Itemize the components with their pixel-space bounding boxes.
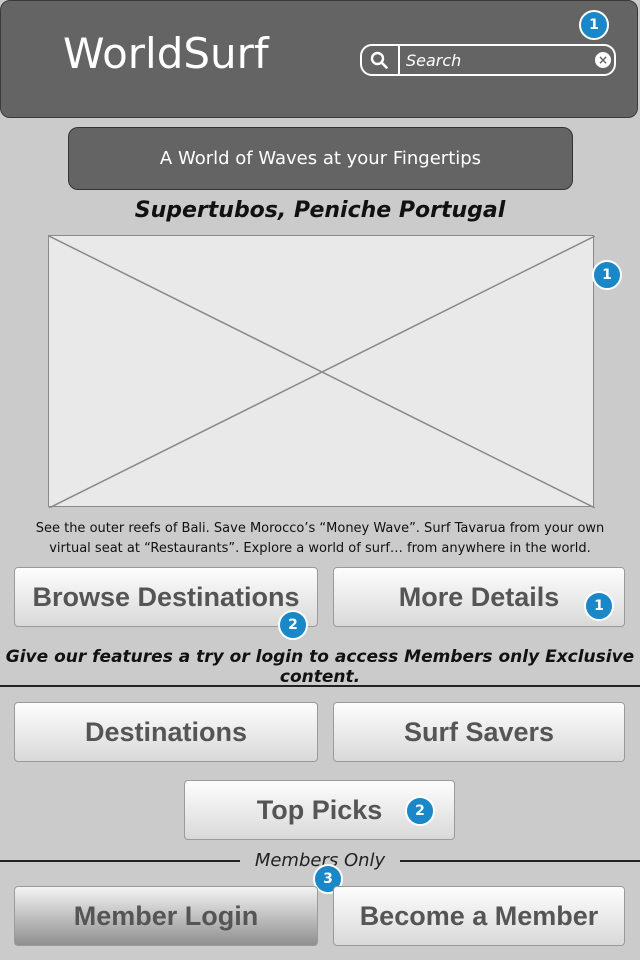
annotation-badge: 1	[579, 10, 609, 40]
more-details-button[interactable]: More Details	[333, 567, 625, 627]
browse-destinations-button[interactable]: Browse Destinations	[14, 567, 318, 627]
description-line: See the outer reefs of Bali. Save Morocc…	[35, 521, 605, 536]
description-line: virtual seat at “Restaurants”. Explore a…	[49, 541, 591, 556]
feature-title: Supertubos, Peniche Portugal	[134, 198, 506, 223]
feature-image-placeholder[interactable]	[48, 235, 595, 508]
become-member-button[interactable]: Become a Member	[333, 886, 625, 946]
members-note: Give our features a try or login to acce…	[5, 647, 635, 687]
app-header: WorldSurf × 1	[0, 0, 638, 118]
annotation-badge: 2	[278, 610, 308, 640]
search-icon	[370, 51, 388, 69]
section-divider	[0, 685, 640, 687]
clear-search-icon[interactable]: ×	[595, 52, 611, 68]
annotation-badge: 1	[592, 260, 622, 290]
app-logo[interactable]: WorldSurf	[63, 29, 269, 78]
search-divider	[398, 46, 400, 74]
destinations-button[interactable]: Destinations	[14, 702, 318, 762]
feature-description: See the outer reefs of Bali. Save Morocc…	[20, 519, 620, 559]
annotation-badge: 2	[405, 796, 435, 826]
image-placeholder-icon	[49, 236, 595, 508]
tagline-banner: A World of Waves at your Fingertips	[68, 127, 573, 190]
member-login-button[interactable]: Member Login	[14, 886, 318, 946]
surf-savers-button[interactable]: Surf Savers	[333, 702, 625, 762]
annotation-badge: 1	[584, 591, 614, 621]
search-box[interactable]: ×	[360, 44, 616, 76]
search-input[interactable]	[406, 49, 586, 71]
